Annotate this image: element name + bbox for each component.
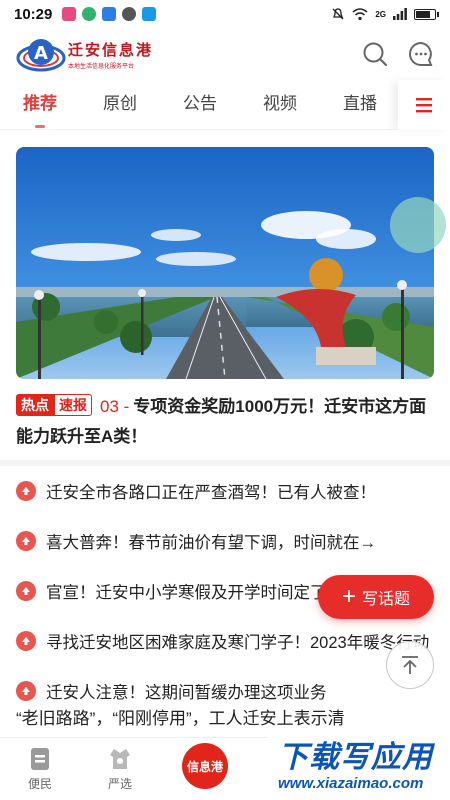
hero-banner-image[interactable] xyxy=(16,147,434,379)
tab-live[interactable]: 直播 xyxy=(320,80,400,130)
list-item-title: 官宣！迁安中小学寒假及开学时间定了 xyxy=(46,584,327,602)
nav-item-label: 便民 xyxy=(27,777,52,791)
list-item[interactable]: 迁安全市各路口正在严查酒驾！已有人被查！ xyxy=(0,466,450,516)
list-item[interactable]: 寻找迁安地区困难家庭及寒门学子！2023年暖冬行动 xyxy=(0,616,450,666)
watermark: 下载写应用 www.xiazaimao.com xyxy=(268,734,450,800)
tag-hot: 热点 xyxy=(16,394,54,416)
list-item-title: 迁安全市各路口正在严查酒驾！已有人被查！ xyxy=(46,484,376,502)
app-green-icon xyxy=(82,7,97,21)
plus-icon: + xyxy=(341,583,356,610)
convenience-icon xyxy=(31,748,49,770)
tab-recommend[interactable]: 推荐 xyxy=(0,80,80,130)
svg-text:A: A xyxy=(34,43,48,64)
list-item-title: 喜大普奔！春节前油价有望下调，时间就在→ xyxy=(46,534,376,552)
tab-video[interactable]: 视频 xyxy=(240,80,320,130)
headline-news[interactable]: 热点 速报 03 - 专项资金奖励1000万元！迁安市这方面能力跃升至A类！ xyxy=(16,392,436,452)
nav-item-convenience[interactable]: 便民 xyxy=(0,738,80,800)
nav-item-home[interactable]: 信息港 xyxy=(160,738,250,800)
tab-original[interactable]: 原创 xyxy=(80,80,160,130)
write-topic-label: 写话题 xyxy=(362,591,411,608)
home-center-button: 信息港 xyxy=(182,743,228,789)
watermark-title: 下载写应用 xyxy=(278,740,433,775)
arrow-up-to-top-icon xyxy=(402,656,418,674)
mute-icon xyxy=(332,8,344,20)
list-item-title: 寻找迁安地区困难家庭及寒门学子！2023年暖冬行动 xyxy=(46,634,430,652)
shop-icon xyxy=(110,749,130,769)
back-to-top-button[interactable] xyxy=(386,641,434,689)
write-topic-button[interactable]: + 写话题 xyxy=(318,575,434,619)
status-time: 10:29 xyxy=(14,5,53,23)
logo-subtitle: 本地生活信息化服务平台 xyxy=(68,63,135,70)
nav-item-label: 严选 xyxy=(107,777,132,791)
network-type: 2G xyxy=(375,9,386,19)
tag-fast: 速报 xyxy=(54,394,92,416)
app-header: A 迁安信息港 本地生活信息化服务平台 xyxy=(0,28,450,80)
category-tabs: 推荐 原创 公告 视频 直播 xyxy=(0,80,450,130)
logo-badge-icon: A xyxy=(16,34,66,74)
floating-assist-dot[interactable] xyxy=(390,197,446,253)
list-item-partial[interactable]: “老旧路路”，“阳刚停用”，工人迁安上表示清 xyxy=(16,702,436,726)
arrow-up-icon xyxy=(16,531,36,551)
logo-title: 迁安信息港 xyxy=(68,40,154,59)
status-bar: 10:29 2G xyxy=(0,0,450,28)
list-item-title: 迁安人注意！这期间暂缓办理这项业务 xyxy=(46,684,327,702)
arrow-up-icon xyxy=(16,631,36,651)
app-blue-search-icon xyxy=(142,7,157,21)
signal-icon xyxy=(393,8,407,20)
app-blue-shield-icon xyxy=(102,7,117,21)
headline-number: 03 - xyxy=(100,397,130,416)
tab-announcement[interactable]: 公告 xyxy=(160,80,240,130)
watermark-url: www.xiazaimao.com xyxy=(278,775,424,792)
tab-menu-button[interactable] xyxy=(398,80,450,130)
menu-lines-icon xyxy=(416,98,432,113)
app-gray-icon xyxy=(122,7,137,21)
nav-item-selection[interactable]: 严选 xyxy=(80,738,160,800)
app-logo[interactable]: A 迁安信息港 本地生活信息化服务平台 xyxy=(16,34,153,74)
app-pink-icon xyxy=(62,7,77,21)
chat-bubble-icon[interactable] xyxy=(408,41,434,67)
arrow-up-icon xyxy=(16,681,36,701)
arrow-up-icon xyxy=(16,581,36,601)
arrow-up-icon xyxy=(16,481,36,501)
battery-icon xyxy=(414,8,439,20)
list-item[interactable]: 喜大普奔！春节前油价有望下调，时间就在→ xyxy=(0,516,450,566)
search-icon[interactable] xyxy=(362,41,388,67)
wifi-icon xyxy=(352,7,368,20)
